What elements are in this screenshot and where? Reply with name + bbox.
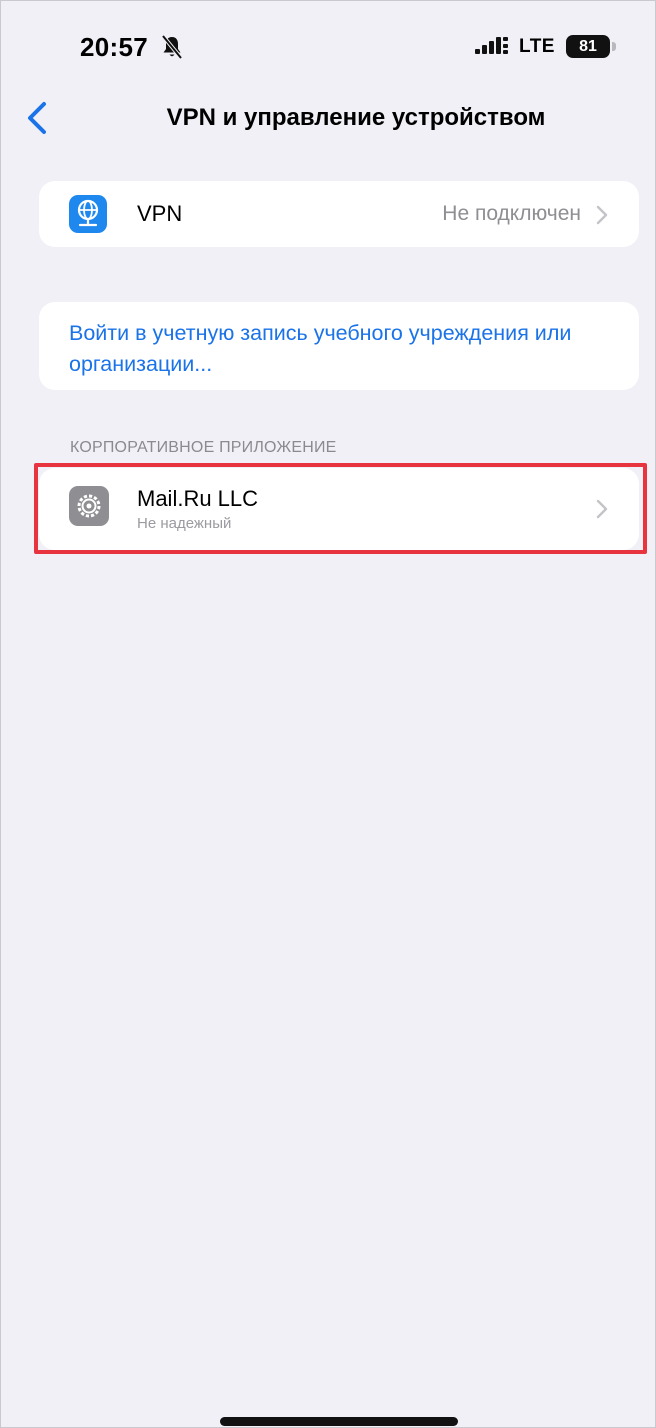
chevron-left-icon[interactable] bbox=[24, 100, 50, 136]
network-type: LTE bbox=[519, 36, 555, 57]
battery-tip bbox=[612, 42, 616, 51]
app-trust-status: Не надежный bbox=[137, 515, 232, 532]
home-indicator[interactable] bbox=[220, 1417, 458, 1426]
enterprise-app-row[interactable]: Mail.Ru LLC Не надежный bbox=[39, 468, 639, 550]
signin-link[interactable]: Войти в учетную запись учебного учрежден… bbox=[69, 318, 629, 380]
section-header-enterprise: КОРПОРАТИВНОЕ ПРИЛОЖЕНИЕ bbox=[70, 439, 337, 456]
bell-slash-icon bbox=[161, 34, 183, 60]
battery-icon: 81 bbox=[566, 35, 610, 58]
vpn-status: Не подключен bbox=[442, 202, 581, 225]
signin-group: Войти в учетную запись учебного учрежден… bbox=[39, 302, 639, 390]
status-time: 20:57 bbox=[80, 32, 148, 62]
app-name: Mail.Ru LLC bbox=[137, 486, 259, 511]
chevron-right-icon bbox=[596, 205, 608, 225]
gear-icon bbox=[69, 486, 109, 526]
chevron-right-icon bbox=[596, 499, 608, 519]
page-title: VPN и управление устройством bbox=[166, 104, 546, 131]
vpn-globe-icon bbox=[69, 195, 107, 233]
vpn-row[interactable]: VPN Не подключен bbox=[39, 181, 639, 247]
vpn-label: VPN bbox=[137, 201, 183, 226]
signal-icon bbox=[475, 37, 508, 54]
